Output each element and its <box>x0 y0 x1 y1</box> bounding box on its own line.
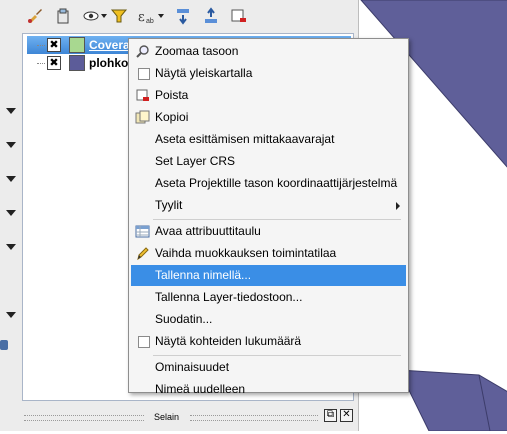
style-brush-icon[interactable] <box>26 7 44 25</box>
menu-item-label: Set Layer CRS <box>155 154 236 168</box>
expand-all-icon[interactable] <box>174 7 192 25</box>
menu-item-set-layer-crs[interactable]: Set Layer CRS <box>131 151 406 172</box>
layers-panel-toolbar: ε ab <box>18 0 358 32</box>
menu-item-scale-visibility[interactable]: Aseta esittämisen mittakaavarajat <box>131 129 406 150</box>
filter-icon[interactable] <box>110 7 128 25</box>
remove-layer-icon[interactable] <box>230 7 248 25</box>
menu-item-label: Avaa attribuuttitaulu <box>155 224 261 238</box>
menu-item-label: Tallenna Layer-tiedostoon... <box>155 290 303 304</box>
menu-item-label: Aseta Projektille tason koordinaattijärj… <box>155 176 398 190</box>
menu-item-show-in-overview[interactable]: Näytä yleiskartalla <box>131 63 406 84</box>
menu-item-save-layer-definition[interactable]: Tallenna Layer-tiedostoon... <box>131 287 406 308</box>
database-icon[interactable] <box>0 340 8 350</box>
menu-item-remove[interactable]: Poista <box>131 85 406 106</box>
zoom-icon <box>136 45 149 58</box>
menu-separator <box>153 355 401 356</box>
submenu-arrow-icon <box>396 202 400 210</box>
add-group-icon[interactable] <box>54 7 72 25</box>
menu-item-duplicate[interactable]: Kopioi <box>131 107 406 128</box>
toolbar-dropdown-arrow-icon[interactable] <box>6 244 16 250</box>
menu-item-show-feature-count[interactable]: Näytä kohteiden lukumäärä <box>131 331 406 352</box>
menu-item-open-attribute-table[interactable]: Avaa attribuuttitaulu <box>131 221 406 242</box>
duplicate-icon <box>135 110 150 124</box>
menu-item-label: Nimeä uudelleen <box>155 382 246 396</box>
visibility-dropdown-arrow-icon[interactable] <box>101 14 107 18</box>
collapse-all-icon[interactable] <box>202 7 220 25</box>
toolbar-dropdown-arrow-icon[interactable] <box>6 210 16 216</box>
pencil-icon <box>137 247 149 261</box>
svg-text:ε: ε <box>138 10 145 25</box>
dock-title: Selain <box>154 412 180 422</box>
close-dock-button[interactable]: ✕ <box>340 409 353 422</box>
menu-item-label: Kopioi <box>155 110 189 124</box>
expression-filter-icon[interactable]: ε ab <box>136 7 154 25</box>
menu-item-label: Tallenna nimellä... <box>155 268 252 282</box>
float-dock-button[interactable]: ⧉ <box>324 409 337 422</box>
browser-dock-titlebar: Selain ⧉ ✕ <box>18 404 358 431</box>
map-polygon[interactable] <box>398 369 507 432</box>
menu-item-set-project-crs[interactable]: Aseta Projektille tason koordinaattijärj… <box>131 173 406 194</box>
layer-context-menu: Zoomaa tasoon Näytä yleiskartalla Poista… <box>128 38 409 396</box>
layer-symbol-swatch <box>69 55 85 71</box>
layer-visibility-checkbox[interactable]: ✖ <box>47 56 61 70</box>
menu-item-label: Vaihda muokkauksen toimintatilaa <box>155 246 337 260</box>
attribute-table-icon <box>135 225 150 238</box>
menu-item-filter[interactable]: Suodatin... <box>131 309 406 330</box>
svg-text:ab: ab <box>146 18 154 25</box>
layer-visibility-checkbox[interactable]: ✖ <box>47 38 61 52</box>
toolbar-dropdown-arrow-icon[interactable] <box>6 142 16 148</box>
remove-layer-icon <box>136 89 149 101</box>
layer-name: Coveral <box>89 38 134 52</box>
menu-item-label: Poista <box>155 88 189 102</box>
visibility-eye-icon[interactable] <box>82 7 100 25</box>
main-toolbar-strip <box>0 0 19 431</box>
toolbar-dropdown-arrow-icon[interactable] <box>6 108 16 114</box>
menu-item-label: Aseta esittämisen mittakaavarajat <box>155 132 335 146</box>
menu-checkbox[interactable] <box>138 68 150 80</box>
menu-item-label: Tyylit <box>155 198 183 212</box>
menu-separator <box>153 219 401 220</box>
dock-grip[interactable] <box>190 415 318 421</box>
menu-item-styles[interactable]: Tyylit <box>131 195 406 216</box>
menu-item-label: Näytä kohteiden lukumäärä <box>155 334 302 348</box>
menu-item-label: Näytä yleiskartalla <box>155 66 253 80</box>
menu-checkbox[interactable] <box>138 336 150 348</box>
menu-item-label: Zoomaa tasoon <box>155 44 239 58</box>
menu-item-toggle-editing[interactable]: Vaihda muokkauksen toimintatilaa <box>131 243 406 264</box>
menu-item-rename[interactable]: Nimeä uudelleen <box>131 369 406 396</box>
toolbar-dropdown-arrow-icon[interactable] <box>6 176 16 182</box>
layer-symbol-swatch <box>69 37 85 53</box>
menu-item-zoom-to-layer[interactable]: Zoomaa tasoon <box>131 41 406 62</box>
tree-connector <box>37 63 45 64</box>
toolbar-dropdown-arrow-icon[interactable] <box>6 312 16 318</box>
dock-grip[interactable] <box>24 415 144 421</box>
expression-dropdown-arrow-icon[interactable] <box>158 14 164 18</box>
menu-item-label: Suodatin... <box>155 312 213 326</box>
menu-item-save-as[interactable]: Tallenna nimellä... <box>131 265 406 286</box>
tree-connector <box>37 45 45 46</box>
